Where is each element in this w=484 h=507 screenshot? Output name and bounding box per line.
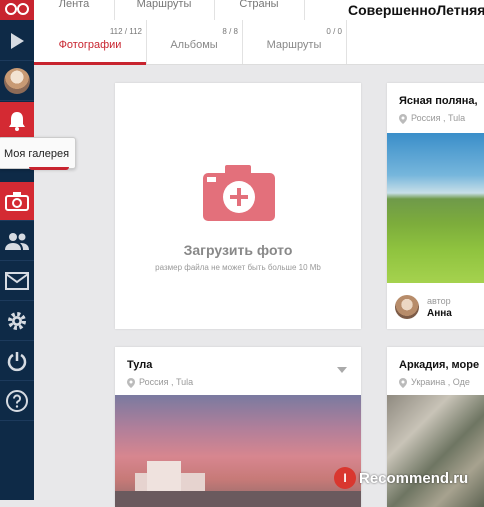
upload-photo-card[interactable]: Загрузить фото размер файла не может быт… — [115, 83, 361, 329]
photo-card-location: Россия , Tula — [127, 377, 193, 388]
gear-icon — [8, 312, 26, 330]
top-navigation: Лента Маршруты Страны СовершенноЛетняя — [34, 0, 484, 21]
watermark-text: Recommend.ru — [359, 469, 469, 487]
photo-card[interactable]: Тула Россия , Tula — [115, 347, 361, 507]
messages-button[interactable] — [0, 262, 34, 301]
logout-button[interactable] — [0, 342, 34, 381]
power-icon — [7, 352, 27, 372]
photo-card-title: Ясная поляна, — [399, 95, 478, 107]
notifications-button[interactable] — [0, 102, 34, 141]
tab-routes-label: Маршруты — [266, 39, 322, 51]
photo-card-location-text: Россия , Tula — [139, 377, 194, 387]
upload-title: Загрузить фото — [183, 242, 293, 258]
play-icon[interactable] — [0, 22, 34, 61]
tab-routes[interactable]: 0 / 0 Маршруты — [242, 20, 347, 64]
gallery-tabs: 112 / 112 Фотографии 8 / 8 Альбомы 0 / 0… — [34, 20, 484, 65]
people-icon — [5, 233, 29, 250]
camera-icon — [5, 192, 29, 211]
tab-photos[interactable]: 112 / 112 Фотографии — [34, 20, 147, 65]
tab-albums-label: Альбомы — [170, 39, 218, 51]
add-photo-icon — [203, 165, 275, 221]
watermark-badge: I — [334, 467, 356, 489]
tab-routes-count: 0 / 0 — [326, 27, 342, 36]
settings-button[interactable] — [0, 302, 34, 341]
photo-card-location: Россия , Tula — [399, 113, 465, 124]
chevron-down-icon[interactable] — [337, 367, 347, 373]
sidebar — [0, 0, 34, 500]
watermark: I Recommend.ru — [334, 467, 468, 489]
bell-icon — [9, 112, 25, 131]
nav-countries[interactable]: Страны — [214, 0, 305, 20]
author-label: автор — [427, 296, 451, 306]
author-avatar — [395, 295, 419, 319]
photo-card-title: Тула — [127, 359, 153, 371]
sidebar-tooltip: Моя галерея — [0, 137, 76, 170]
photo-image[interactable] — [115, 395, 361, 507]
tab-albums[interactable]: 8 / 8 Альбомы — [146, 20, 243, 64]
photo-image[interactable] — [387, 395, 484, 507]
location-pin-icon — [399, 377, 407, 388]
profile-title: СовершенноЛетняя — [348, 2, 484, 18]
avatar-image — [4, 68, 30, 94]
friends-button[interactable] — [0, 222, 34, 261]
location-pin-icon — [399, 113, 407, 124]
location-pin-icon — [127, 377, 135, 388]
help-button[interactable] — [0, 382, 34, 421]
help-icon — [6, 390, 28, 412]
logo-icon[interactable] — [0, 0, 34, 20]
photo-card-location-text: Россия , Tula — [411, 113, 466, 123]
gallery-button[interactable] — [0, 182, 34, 221]
tab-albums-count: 8 / 8 — [222, 27, 238, 36]
author-name: Анна — [427, 308, 452, 319]
nav-routes[interactable]: Маршруты — [114, 0, 215, 20]
photo-image[interactable] — [387, 133, 484, 283]
building-silhouette — [115, 461, 361, 507]
tab-photos-count: 112 / 112 — [109, 27, 142, 36]
mail-icon — [5, 272, 29, 290]
photo-card-location: Украина , Оде — [399, 377, 470, 388]
tab-photos-label: Фотографии — [58, 39, 122, 51]
user-avatar[interactable] — [0, 62, 34, 101]
photo-card[interactable]: Ясная поляна, Россия , Tula автор Анна — [387, 83, 484, 329]
photo-card-title: Аркадия, море — [399, 359, 480, 371]
nav-feed[interactable]: Лента — [34, 0, 115, 20]
photo-card-location-text: Украина , Оде — [411, 377, 470, 387]
upload-hint: размер файла не может быть больше 10 Mb — [155, 263, 321, 272]
